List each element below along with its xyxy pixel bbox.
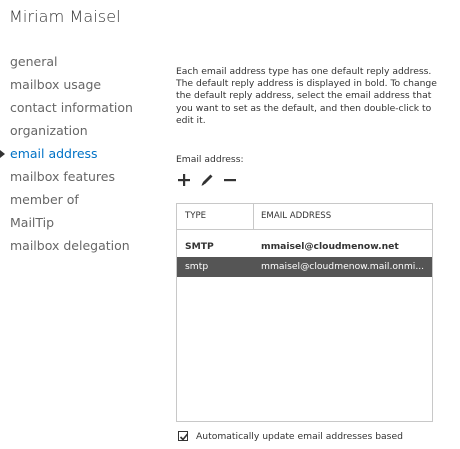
add-button[interactable] <box>176 172 194 192</box>
sidebar-item-label: general <box>10 54 58 69</box>
auto-update-label: Automatically update email addresses bas… <box>196 431 403 442</box>
edit-button[interactable] <box>199 172 217 192</box>
sidebar-item-organization[interactable]: organization <box>0 119 150 142</box>
sidebar-item-contact-information[interactable]: contact information <box>0 96 150 119</box>
sidebar-item-email-address[interactable]: email address <box>0 142 150 165</box>
selected-caret-icon <box>0 150 5 158</box>
remove-button[interactable] <box>222 172 240 192</box>
edit-icon <box>199 172 217 188</box>
sidebar-item-label: mailbox features <box>10 169 115 184</box>
remove-icon <box>222 172 240 188</box>
email-address-grid: TYPE EMAIL ADDRESS SMTP mmaisel@cloudmen… <box>176 203 433 422</box>
table-row[interactable]: SMTP mmaisel@cloudmenow.net <box>177 237 432 257</box>
sidebar-item-label: MailTip <box>10 215 55 230</box>
sidebar-item-label: member of <box>10 192 79 207</box>
sidebar-item-label: contact information <box>10 100 133 115</box>
sidebar-item-mailbox-usage[interactable]: mailbox usage <box>0 73 150 96</box>
email-address-label: Email address: <box>176 154 244 165</box>
sidebar-item-member-of[interactable]: member of <box>0 188 150 211</box>
sidebar-item-label: email address <box>10 146 98 161</box>
cell-type: SMTP <box>185 241 214 252</box>
cell-type: smtp <box>185 261 209 272</box>
column-header-type[interactable]: TYPE <box>185 204 253 229</box>
column-divider <box>253 204 254 229</box>
auto-update-checkbox[interactable] <box>178 431 189 441</box>
add-icon <box>176 172 194 188</box>
sidebar-nav: general mailbox usage contact informatio… <box>0 50 150 257</box>
grid-header: TYPE EMAIL ADDRESS <box>177 204 432 230</box>
checkmark-icon <box>179 433 189 441</box>
sidebar-item-mailbox-delegation[interactable]: mailbox delegation <box>0 234 150 257</box>
column-header-email-address[interactable]: EMAIL ADDRESS <box>261 204 331 229</box>
page-title: Miriam Maisel <box>9 7 121 26</box>
table-row[interactable]: smtp mmaisel@cloudmenow.mail.onmi... <box>177 257 432 277</box>
default-address-description: Each email address type has one default … <box>176 66 437 126</box>
cell-email-address: mmaisel@cloudmenow.net <box>261 241 399 252</box>
sidebar-item-general[interactable]: general <box>0 50 150 73</box>
sidebar-item-label: mailbox usage <box>10 77 102 92</box>
sidebar-item-mailtip[interactable]: MailTip <box>0 211 150 234</box>
cell-email-address: mmaisel@cloudmenow.mail.onmi... <box>261 261 425 272</box>
sidebar-item-label: mailbox delegation <box>10 238 130 253</box>
sidebar-item-mailbox-features[interactable]: mailbox features <box>0 165 150 188</box>
sidebar-item-label: organization <box>10 123 88 138</box>
